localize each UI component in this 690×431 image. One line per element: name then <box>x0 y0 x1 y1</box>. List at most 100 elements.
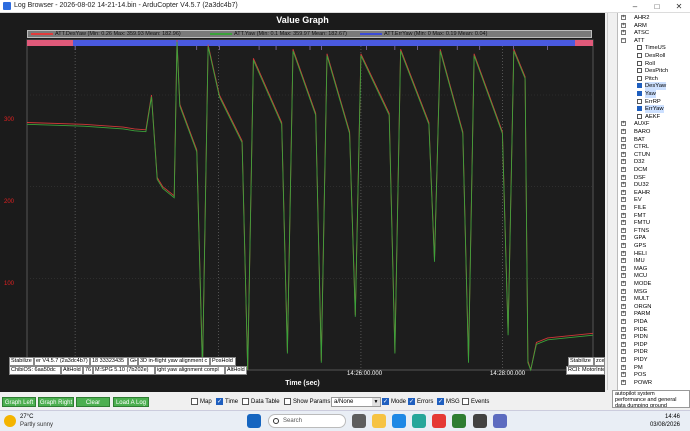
data-table-checkbox[interactable]: Data Table <box>242 398 280 405</box>
graph-right-button[interactable]: Graph Right <box>38 397 74 407</box>
expand-icon[interactable]: + <box>621 167 626 172</box>
log-tree-panel[interactable]: + AHR2 + ARM + ATSC − ATT TimeUS DesRoll Roll DesPi… <box>617 13 690 390</box>
clear-graph-button[interactable]: Clear Graph <box>76 397 110 416</box>
collapse-icon[interactable]: − <box>621 37 626 43</box>
mode-select[interactable]: a/None ▼ <box>331 397 381 407</box>
expand-icon[interactable]: + <box>621 174 626 180</box>
checkbox-label: Data Table <box>251 399 280 406</box>
expand-icon[interactable]: + <box>621 311 626 317</box>
expand-icon[interactable]: + <box>621 129 626 134</box>
expand-icon[interactable]: + <box>621 121 626 127</box>
expand-icon[interactable]: + <box>621 189 626 195</box>
checkbox-icon <box>284 398 291 405</box>
expand-icon[interactable]: + <box>621 15 626 20</box>
minimize-button[interactable]: – <box>624 0 646 13</box>
expand-icon[interactable]: + <box>621 151 626 157</box>
load-log-button[interactable]: Load A Log <box>113 397 149 407</box>
chrome-icon[interactable] <box>432 414 446 428</box>
expand-icon[interactable]: + <box>621 220 626 226</box>
taskbar: 27°C Partly sunny Search 14:46 03/08/202… <box>0 410 690 431</box>
clock-date[interactable]: 03/08/2026 <box>640 422 680 428</box>
msg-checkbox[interactable]: ✓ MSG <box>437 398 460 405</box>
weather-description[interactable]: Partly sunny <box>20 422 53 428</box>
x-tick-label: 14:26:00.000 <box>347 371 383 377</box>
log-message: ChibiOS: 6aa50dc <box>9 366 61 375</box>
graph-left-button[interactable]: Graph Left <box>2 397 36 407</box>
expand-icon[interactable]: + <box>621 319 626 324</box>
expand-icon[interactable]: + <box>621 379 626 385</box>
expand-icon[interactable]: + <box>621 159 626 165</box>
start-icon[interactable] <box>247 414 261 428</box>
checkbox-icon[interactable] <box>637 53 642 58</box>
errors-checkbox[interactable]: ✓ Errors <box>408 398 433 405</box>
log-browser-window: Log Browser - 2026-08-02 14-21-14.bin - … <box>0 0 690 431</box>
checkbox-icon[interactable] <box>637 113 642 119</box>
mode-checkbox[interactable]: ✓ Mode <box>382 398 406 405</box>
expand-icon[interactable]: + <box>621 182 626 188</box>
search-input[interactable]: Search <box>268 414 346 428</box>
edge-icon[interactable] <box>392 414 406 428</box>
mode-message: AltHold <box>225 366 247 375</box>
expand-icon[interactable]: + <box>621 250 626 256</box>
store-icon[interactable] <box>412 414 426 428</box>
tree-item-powr[interactable]: + POWR <box>618 379 690 387</box>
value-graph[interactable]: Value Graph ATT.DesYaw (Min: 0.26 Max: 3… <box>0 13 605 392</box>
expand-icon[interactable]: + <box>621 197 626 203</box>
legend-entry-desyaw: ATT.DesYaw (Min: 0.26 Max: 359.93 Mean: … <box>31 31 181 39</box>
log-message: zces i <box>594 357 605 366</box>
checkbox-checked-icon[interactable] <box>637 91 642 96</box>
checkbox-icon[interactable] <box>637 45 642 51</box>
expand-icon[interactable]: + <box>621 303 626 309</box>
y-tick-label: 100 <box>4 281 15 287</box>
weather-temperature: 27°C <box>20 414 34 420</box>
mode-segment <box>575 40 593 46</box>
clock-time[interactable]: 14:46 <box>640 414 680 420</box>
search-icon <box>273 418 279 424</box>
expand-icon[interactable]: + <box>621 349 626 355</box>
checkbox-checked-icon[interactable] <box>637 106 642 112</box>
expand-icon[interactable]: + <box>621 235 626 241</box>
mission-planner-icon[interactable] <box>473 414 487 428</box>
expand-icon[interactable]: + <box>621 30 626 36</box>
expand-icon[interactable]: + <box>621 212 626 218</box>
app-icon[interactable] <box>452 414 466 428</box>
app-icon[interactable] <box>493 414 507 428</box>
log-message: RCII: MotorInterl <box>566 366 605 375</box>
x-tick-label: 14:28:00.000 <box>490 371 526 377</box>
expand-icon[interactable]: + <box>621 227 626 233</box>
checkbox-icon[interactable] <box>637 68 642 74</box>
expand-icon[interactable]: + <box>621 341 626 347</box>
expand-icon[interactable]: + <box>621 258 626 264</box>
checkbox-icon[interactable] <box>637 60 642 66</box>
expand-icon[interactable]: + <box>621 281 626 286</box>
expand-icon[interactable]: + <box>621 296 626 302</box>
expand-icon[interactable]: + <box>621 136 626 142</box>
file-explorer-icon[interactable] <box>372 414 386 428</box>
expand-icon[interactable]: + <box>621 357 626 362</box>
show-params-checkbox[interactable]: Show Params <box>284 398 330 405</box>
expand-icon[interactable]: + <box>621 372 626 378</box>
x-axis-label: Time (sec) <box>285 380 320 387</box>
expand-icon[interactable]: + <box>621 22 626 28</box>
map-checkbox[interactable]: Map <box>191 398 212 405</box>
task-view-icon[interactable] <box>352 414 366 428</box>
checkbox-checked-icon[interactable] <box>637 83 642 89</box>
checkbox-icon[interactable] <box>637 98 642 104</box>
tree-scrollbar[interactable] <box>607 13 616 390</box>
legend-label: ATT.DesYaw (Min: 0.26 Max: 359.93 Mean: … <box>55 31 181 37</box>
close-button[interactable]: ✕ <box>668 0 690 13</box>
tree-item-label: POWR <box>634 379 653 386</box>
expand-icon[interactable]: + <box>621 334 626 340</box>
time-checkbox[interactable]: ✓ Time <box>216 398 238 405</box>
events-checkbox[interactable]: Events <box>462 398 489 405</box>
checkbox-icon[interactable] <box>637 75 642 81</box>
expand-icon[interactable]: + <box>621 364 626 370</box>
expand-icon[interactable]: + <box>621 243 626 248</box>
expand-icon[interactable]: + <box>621 326 626 332</box>
maximize-button[interactable]: □ <box>646 0 668 13</box>
expand-icon[interactable]: + <box>621 288 626 294</box>
expand-icon[interactable]: + <box>621 273 626 279</box>
expand-icon[interactable]: + <box>621 205 626 210</box>
expand-icon[interactable]: + <box>621 144 626 150</box>
expand-icon[interactable]: + <box>621 265 626 271</box>
